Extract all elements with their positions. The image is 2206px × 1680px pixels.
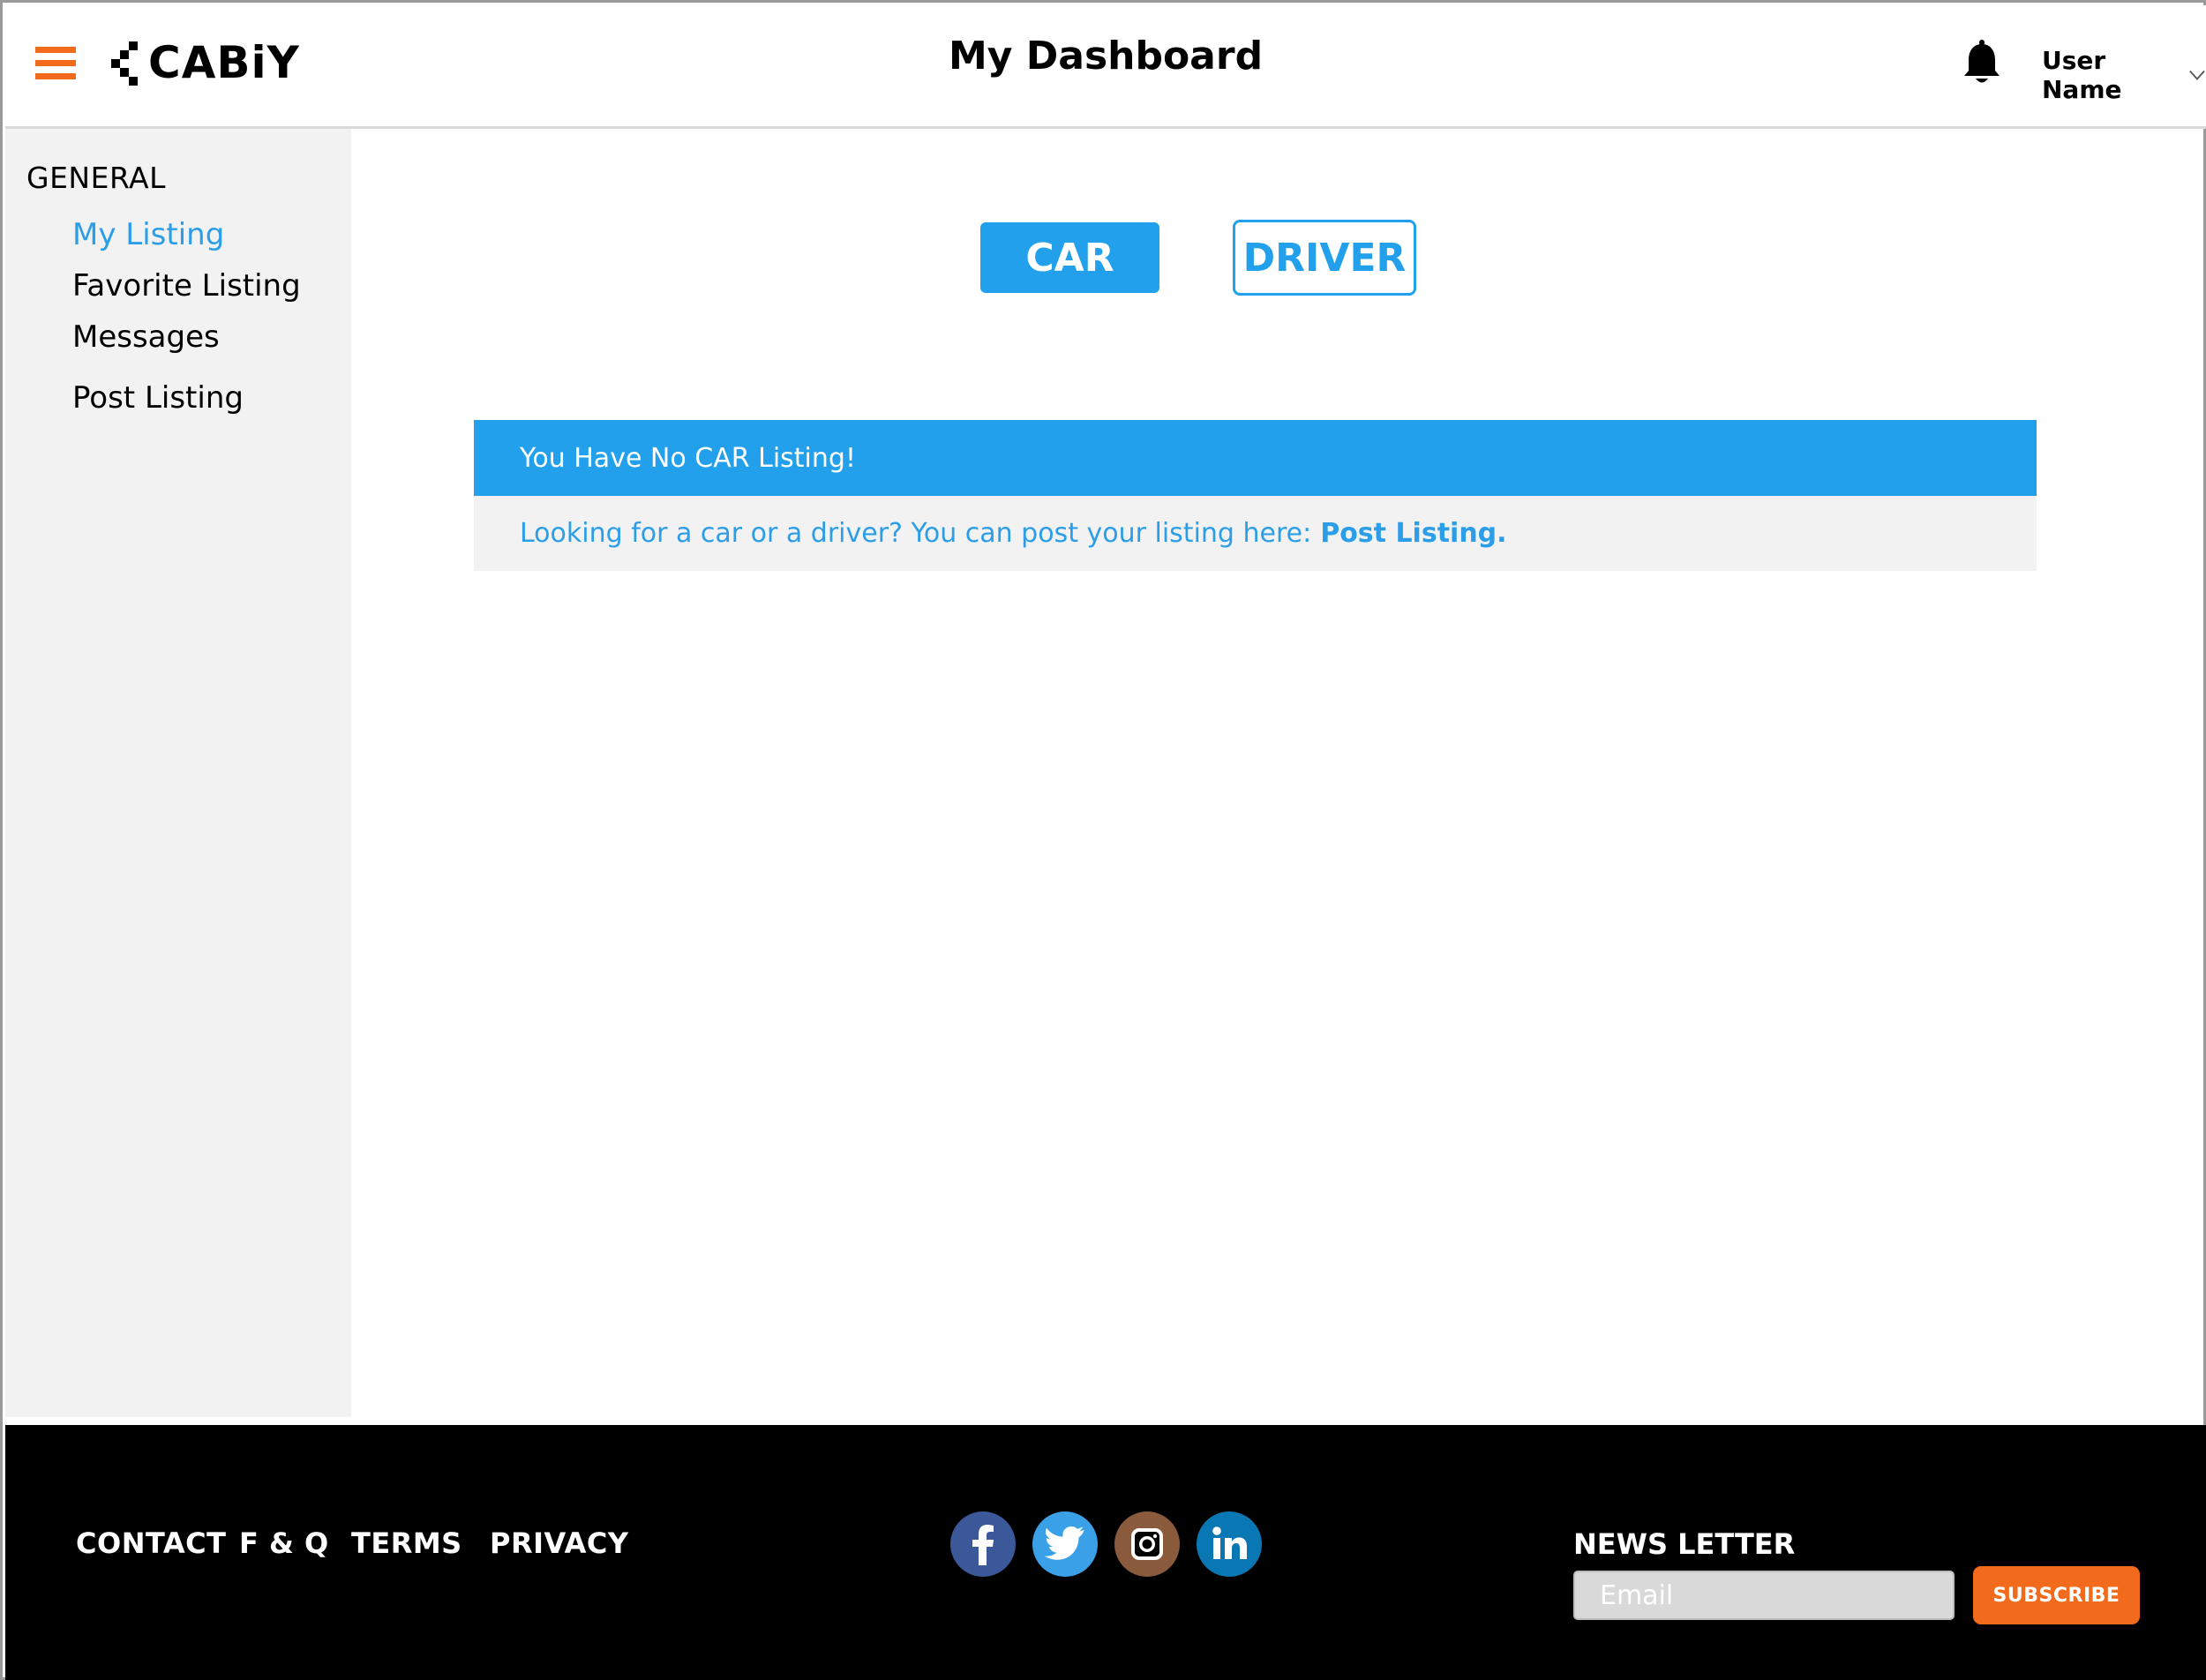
- newsletter-label: NEWS LETTER: [1573, 1527, 1796, 1561]
- tab-car[interactable]: CAR: [980, 222, 1159, 293]
- sidebar-item-post-listing[interactable]: Post Listing: [72, 380, 244, 416]
- brand-logo[interactable]: CABiY: [109, 36, 300, 89]
- newsletter-email-input[interactable]: [1573, 1571, 1955, 1620]
- footer-link-faq[interactable]: F & Q: [239, 1526, 329, 1560]
- empty-listing-message: Looking for a car or a driver? You can p…: [474, 496, 2037, 571]
- chevron-down-icon: [2189, 70, 2205, 80]
- empty-listing-heading: You Have No CAR Listing!: [474, 420, 2037, 496]
- app-frame: CABiY My Dashboard User Name GENERAL My …: [0, 0, 2206, 1680]
- instagram-icon[interactable]: [1114, 1511, 1180, 1577]
- user-name: User Name: [2042, 46, 2122, 104]
- tab-driver[interactable]: DRIVER: [1233, 220, 1416, 296]
- subscribe-button[interactable]: SUBSCRIBE: [1973, 1566, 2140, 1624]
- logo-mark-icon: [109, 38, 145, 87]
- footer-link-terms[interactable]: TERMS: [351, 1526, 462, 1560]
- logo-text: CABiY: [148, 37, 300, 88]
- footer: CONTACT F & Q TERMS PRIVACY NEWS LETTER …: [5, 1425, 2206, 1680]
- notice-heading-text: You Have No CAR Listing!: [520, 442, 856, 474]
- post-listing-link[interactable]: Post Listing.: [1320, 518, 1506, 549]
- footer-link-contact[interactable]: CONTACT: [76, 1526, 226, 1560]
- facebook-icon[interactable]: [950, 1511, 1016, 1577]
- sidebar-item-favorite-listing[interactable]: Favorite Listing: [72, 268, 301, 304]
- sidebar-item-messages[interactable]: Messages: [72, 319, 220, 355]
- notification-bell-icon[interactable]: [1961, 39, 2003, 86]
- top-header: CABiY My Dashboard User Name: [5, 5, 2206, 129]
- hamburger-menu-icon[interactable]: [35, 45, 78, 80]
- notice-body-text: Looking for a car or a driver? You can p…: [520, 518, 1312, 549]
- page-title: My Dashboard: [948, 34, 1264, 79]
- linkedin-icon[interactable]: [1197, 1511, 1262, 1577]
- twitter-icon[interactable]: [1032, 1511, 1098, 1577]
- sidebar-section-general: GENERAL: [26, 161, 167, 195]
- footer-link-privacy[interactable]: PRIVACY: [490, 1526, 629, 1560]
- sidebar: GENERAL My Listing Favorite Listing Mess…: [5, 129, 351, 1417]
- user-menu[interactable]: User Name: [2042, 46, 2206, 104]
- sidebar-item-my-listing[interactable]: My Listing: [72, 217, 224, 252]
